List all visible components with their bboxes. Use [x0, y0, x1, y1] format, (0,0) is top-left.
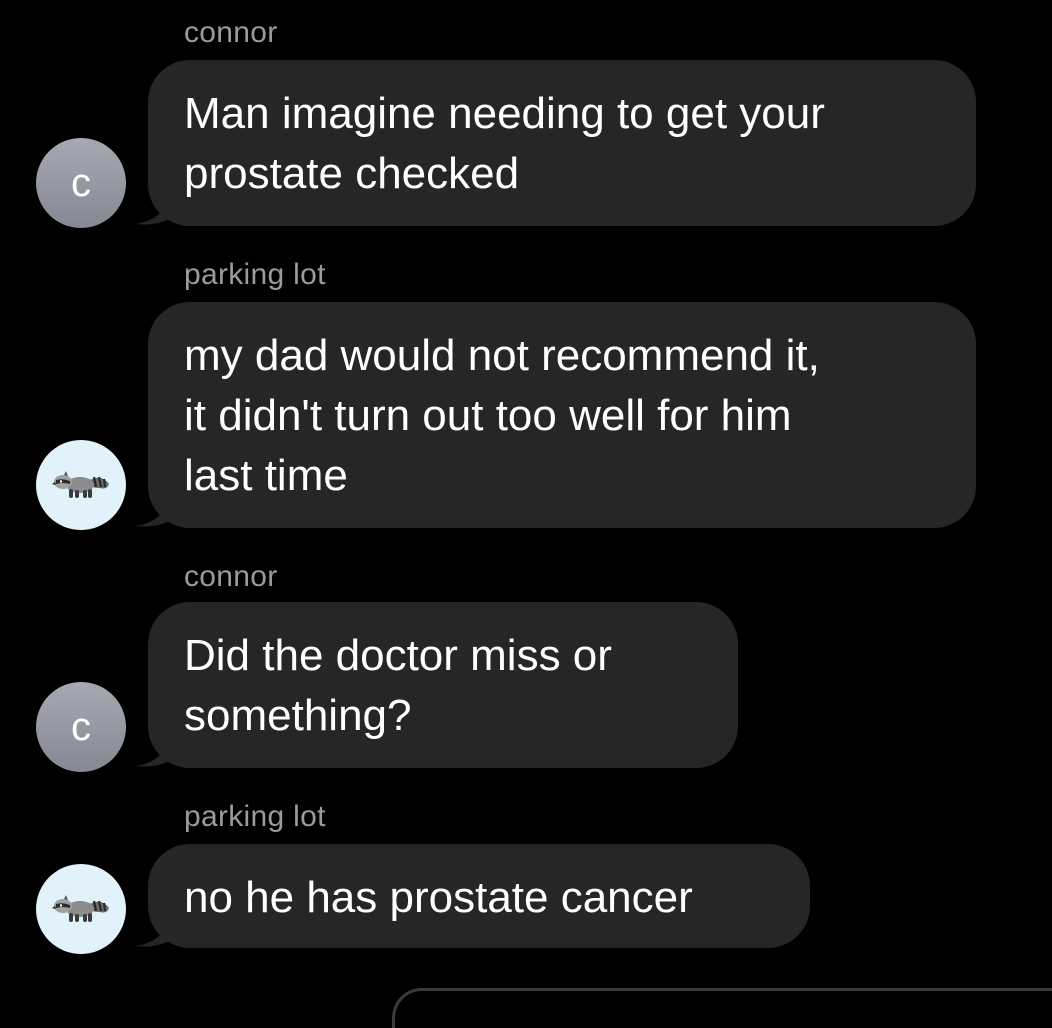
sender-name: connor: [184, 560, 278, 593]
contact-avatar[interactable]: C: [36, 138, 126, 228]
raccoon-icon: [52, 895, 109, 922]
message-bubble[interactable]: Man imagine needing to get your prostate…: [148, 60, 976, 226]
contact-avatar[interactable]: C: [36, 682, 126, 772]
sender-name: connor: [184, 16, 278, 49]
contact-avatar[interactable]: [36, 440, 126, 530]
message-input-edge[interactable]: [392, 988, 1052, 1028]
sender-name: parking lot: [184, 800, 326, 833]
message-thread: connor Man imagine needing to get your p…: [0, 0, 1052, 1028]
message-bubble[interactable]: my dad would not recommend it, it didn't…: [148, 302, 976, 528]
message-bubble[interactable]: no he has prostate cancer: [148, 844, 810, 948]
contact-avatar[interactable]: [36, 864, 126, 954]
avatar-initial: C: [71, 705, 91, 749]
message-bubble[interactable]: Did the doctor miss or something?: [148, 602, 738, 768]
avatar-initial: C: [71, 161, 91, 205]
sender-name: parking lot: [184, 258, 326, 291]
raccoon-icon: [52, 471, 109, 498]
